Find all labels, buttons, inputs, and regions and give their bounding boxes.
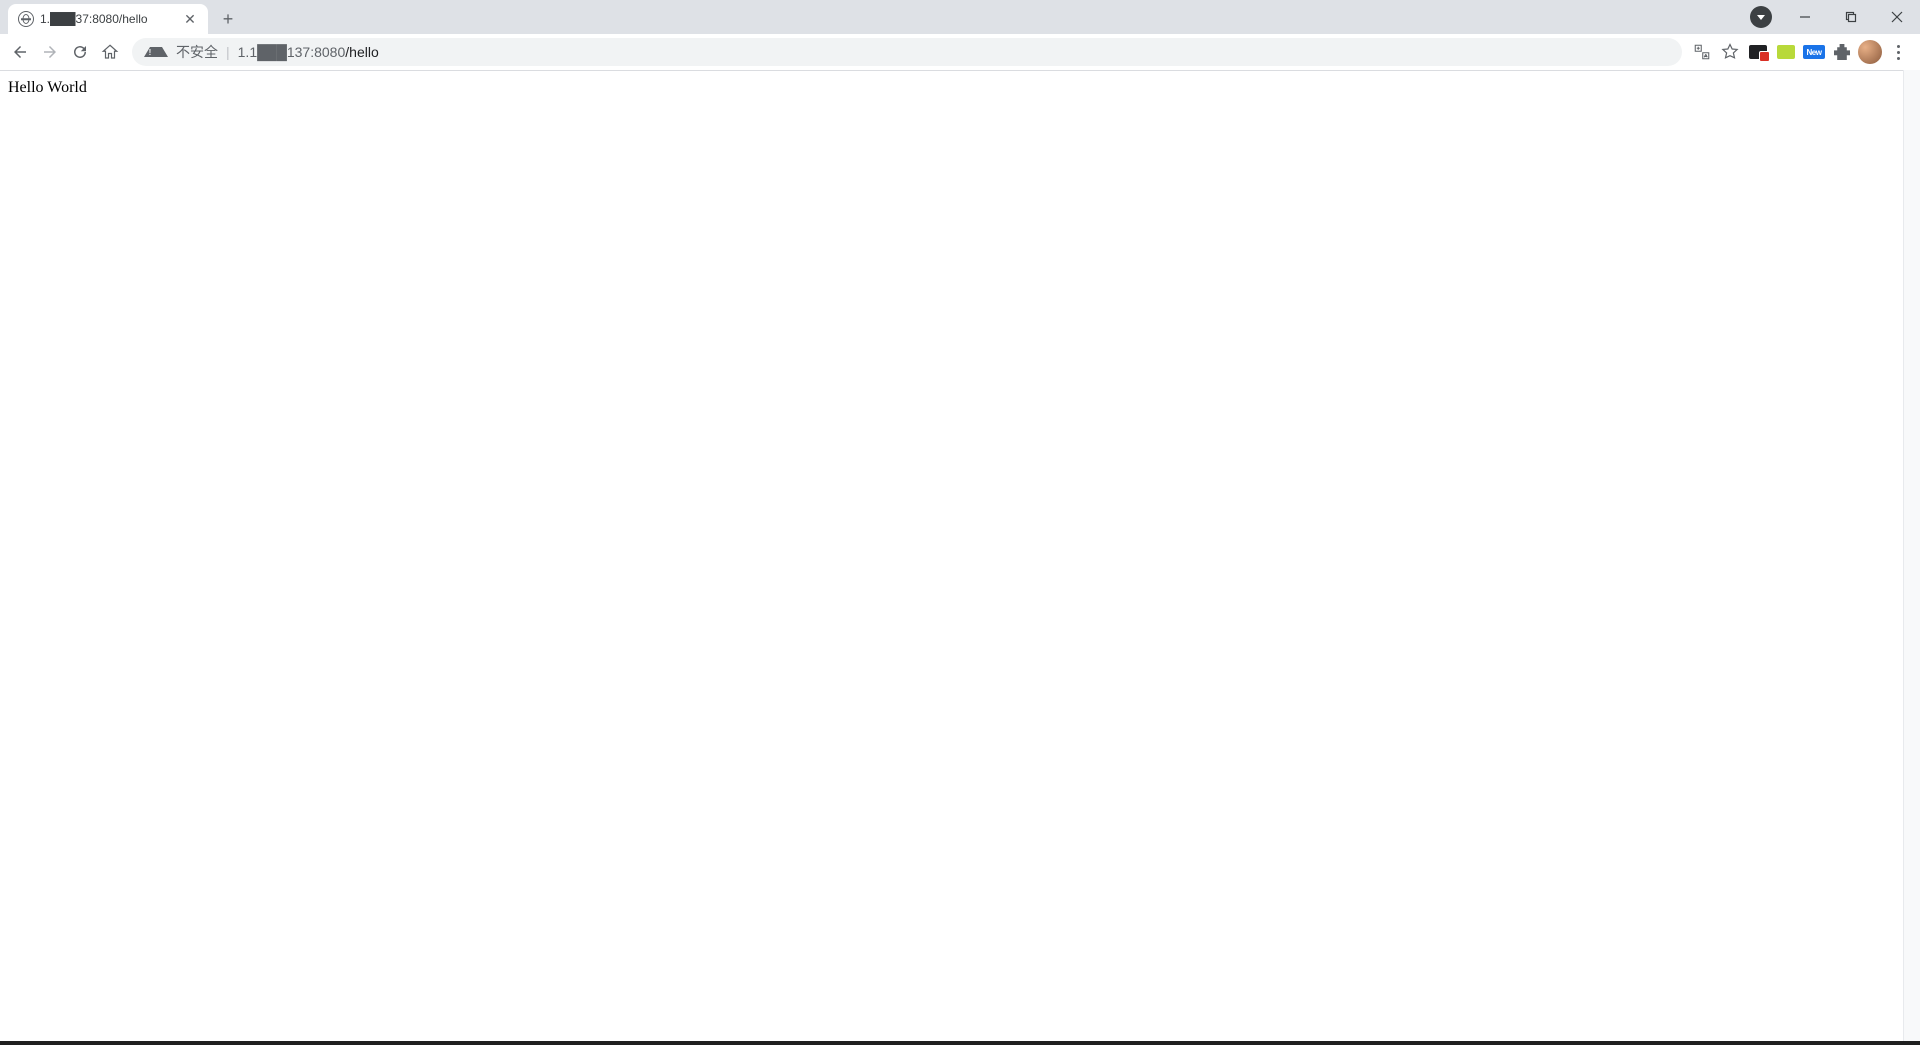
- extension-badge-icon[interactable]: [1746, 40, 1770, 64]
- page-body-text: Hello World: [8, 79, 87, 96]
- extensions-puzzle-icon[interactable]: [1830, 40, 1854, 64]
- toolbar-right: New: [1690, 40, 1914, 64]
- not-secure-icon: [144, 47, 168, 57]
- maximize-button[interactable]: [1828, 0, 1874, 34]
- browser-tab[interactable]: 1.███37:8080/hello ✕: [8, 4, 208, 34]
- taskbar-edge: [0, 1041, 1920, 1045]
- extension-green-icon[interactable]: [1774, 40, 1798, 64]
- tab-title: 1.███37:8080/hello: [40, 12, 176, 26]
- url-text: 1.1███137:8080/hello: [238, 44, 379, 60]
- extension-new-icon[interactable]: New: [1802, 40, 1826, 64]
- toolbar: 不安全 | 1.1███137:8080/hello New: [0, 34, 1920, 71]
- address-bar[interactable]: 不安全 | 1.1███137:8080/hello: [132, 38, 1682, 66]
- reload-button[interactable]: [66, 38, 94, 66]
- translate-icon[interactable]: [1690, 40, 1714, 64]
- minimize-button[interactable]: [1782, 0, 1828, 34]
- profile-avatar[interactable]: [1858, 40, 1882, 64]
- window-controls: [1750, 0, 1920, 34]
- new-tab-button[interactable]: +: [214, 5, 242, 33]
- update-available-icon[interactable]: [1750, 6, 1772, 28]
- forward-button[interactable]: [36, 38, 64, 66]
- separator: |: [226, 44, 230, 60]
- close-tab-icon[interactable]: ✕: [182, 11, 198, 27]
- globe-icon: [18, 11, 34, 27]
- close-window-button[interactable]: [1874, 0, 1920, 34]
- page-content: Hello World: [0, 71, 1920, 1041]
- bookmark-star-icon[interactable]: [1718, 40, 1742, 64]
- tab-strip: 1.███37:8080/hello ✕ +: [0, 0, 1920, 34]
- back-button[interactable]: [6, 38, 34, 66]
- vertical-scrollbar[interactable]: [1903, 70, 1920, 1041]
- chrome-menu-button[interactable]: [1886, 40, 1910, 64]
- security-label: 不安全: [176, 42, 218, 62]
- home-button[interactable]: [96, 38, 124, 66]
